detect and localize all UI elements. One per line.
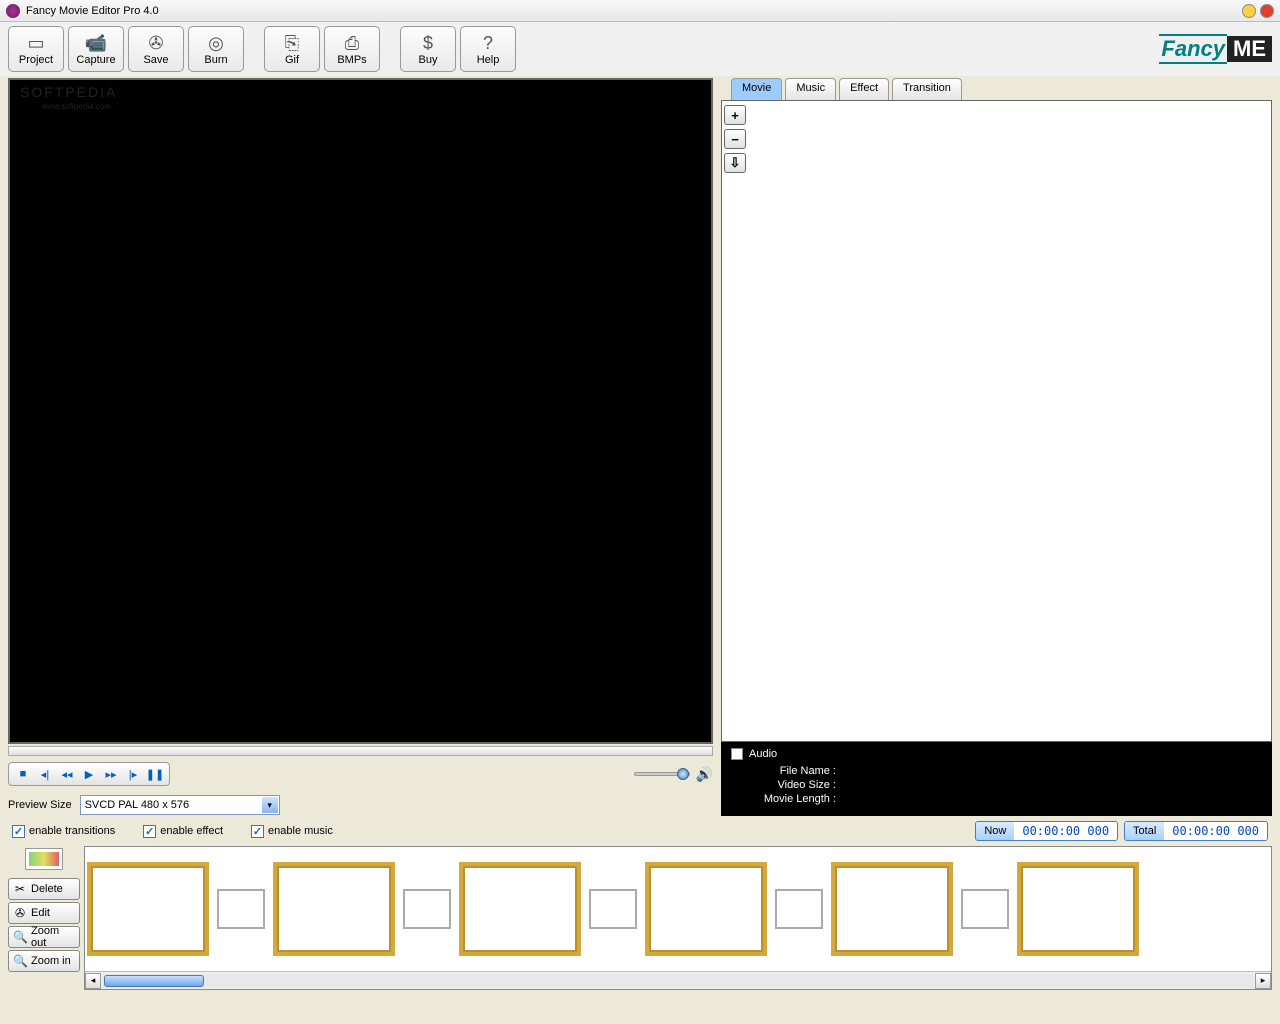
stop-button[interactable]: ■ (13, 765, 33, 783)
watermark-url: www.softpedia.com (42, 102, 111, 111)
minimize-button[interactable] (1242, 4, 1256, 18)
dollar-icon: $ (423, 32, 433, 54)
timeline-scrollbar[interactable]: ◂ ▸ (85, 971, 1271, 989)
tab-transition[interactable]: Transition (892, 78, 962, 100)
transition-slot[interactable] (961, 889, 1009, 929)
zoom-in-icon: 🔍 (13, 954, 27, 968)
clip-slot[interactable] (459, 862, 581, 956)
enable-transitions-checkbox[interactable]: ✓enable transitions (12, 825, 115, 838)
play-button[interactable]: ▶ (79, 765, 99, 783)
edit-clip-button[interactable]: ✇Edit (8, 902, 80, 924)
add-asset-button[interactable]: + (724, 105, 746, 125)
insert-asset-button[interactable]: ⇩ (724, 153, 746, 173)
brand-logo: Fancy ME (1159, 34, 1272, 64)
preview-size-label: Preview Size (8, 799, 72, 811)
options-row: ✓enable transitions ✓enable effect ✓enab… (0, 816, 1280, 846)
buy-button[interactable]: $Buy (400, 26, 456, 72)
file-name-label: File Name : (741, 764, 836, 778)
scroll-left-button[interactable]: ◂ (85, 973, 101, 989)
zoom-out-icon: 🔍 (13, 930, 27, 944)
asset-tabs: Movie Music Effect Transition (731, 78, 1272, 100)
speaker-icon[interactable]: 🔊 (696, 766, 713, 783)
asset-panel: + − ⇩ (721, 100, 1272, 742)
capture-button[interactable]: 📹Capture (68, 26, 124, 72)
main-toolbar: ▭Project 📹Capture ✇Save ◎Burn ⎘Gif ⎙BMPs… (0, 22, 1280, 76)
tab-music[interactable]: Music (785, 78, 836, 100)
total-time-value: 00:00:00 000 (1164, 822, 1267, 840)
bmp-icon: ⎙ (345, 32, 359, 54)
scissors-icon: ✂ (13, 882, 27, 896)
next-frame-button[interactable]: |▸ (123, 765, 143, 783)
title-bar: Fancy Movie Editor Pro 4.0 (0, 0, 1280, 22)
tab-effect[interactable]: Effect (839, 78, 889, 100)
save-button[interactable]: ✇Save (128, 26, 184, 72)
timeline-preview-icon (25, 848, 63, 870)
timeline: ◂ ▸ (84, 846, 1272, 990)
reel-icon: ✇ (148, 32, 163, 54)
playback-controls: ■ ◂| ◂◂ ▶ ▸▸ |▸ ❚❚ (8, 762, 170, 786)
scrollbar-thumb[interactable] (104, 975, 204, 987)
delete-clip-button[interactable]: ✂Delete (8, 878, 80, 900)
preview-scrollbar[interactable] (8, 746, 713, 756)
prev-frame-button[interactable]: ◂| (35, 765, 55, 783)
watermark-text: SOFTPEDIA (20, 84, 117, 100)
asset-list[interactable] (750, 101, 1271, 741)
clip-slot[interactable] (1017, 862, 1139, 956)
movie-length-label: Movie Length : (741, 792, 836, 806)
reel-icon: ✇ (13, 906, 27, 920)
document-icon: ▭ (27, 32, 44, 54)
burn-button[interactable]: ◎Burn (188, 26, 244, 72)
rewind-button[interactable]: ◂◂ (57, 765, 77, 783)
question-icon: ? (483, 32, 493, 54)
transition-slot[interactable] (403, 889, 451, 929)
clip-slot[interactable] (273, 862, 395, 956)
audio-checkbox[interactable] (731, 748, 743, 760)
zoom-in-button[interactable]: 🔍Zoom in (8, 950, 80, 972)
bmps-button[interactable]: ⎙BMPs (324, 26, 380, 72)
audio-label: Audio (749, 748, 777, 760)
enable-effect-checkbox[interactable]: ✓enable effect (143, 825, 223, 838)
scroll-right-button[interactable]: ▸ (1255, 973, 1271, 989)
transition-slot[interactable] (775, 889, 823, 929)
forward-button[interactable]: ▸▸ (101, 765, 121, 783)
window-title: Fancy Movie Editor Pro 4.0 (26, 5, 1238, 17)
chevron-down-icon: ▾ (262, 797, 278, 813)
transition-slot[interactable] (589, 889, 637, 929)
preview-size-select[interactable]: SVCD PAL 480 x 576 ▾ (80, 795, 280, 815)
camera-icon: 📹 (85, 32, 107, 54)
project-button[interactable]: ▭Project (8, 26, 64, 72)
pause-button[interactable]: ❚❚ (145, 765, 165, 783)
total-time-badge: Total 00:00:00 000 (1124, 821, 1268, 841)
video-size-label: Video Size : (741, 778, 836, 792)
disc-icon: ◎ (208, 32, 224, 54)
timeline-strip[interactable] (85, 847, 1271, 971)
clip-slot[interactable] (831, 862, 953, 956)
clip-slot[interactable] (645, 862, 767, 956)
now-time-value: 00:00:00 000 (1014, 822, 1117, 840)
close-button[interactable] (1260, 4, 1274, 18)
clip-info: Audio File Name : Video Size : Movie Len… (721, 742, 1272, 816)
gif-button[interactable]: ⎘Gif (264, 26, 320, 72)
video-preview[interactable]: SOFTPEDIA www.softpedia.com (8, 78, 713, 744)
transition-slot[interactable] (217, 889, 265, 929)
zoom-out-button[interactable]: 🔍Zoom out (8, 926, 80, 948)
now-time-badge: Now 00:00:00 000 (975, 821, 1118, 841)
tab-movie[interactable]: Movie (731, 78, 782, 100)
volume-slider[interactable] (634, 772, 690, 776)
app-icon (6, 4, 20, 18)
clip-slot[interactable] (87, 862, 209, 956)
enable-music-checkbox[interactable]: ✓enable music (251, 825, 333, 838)
gif-icon: ⎘ (285, 32, 299, 54)
timeline-side-tools: ✂Delete ✇Edit 🔍Zoom out 🔍Zoom in (8, 846, 80, 990)
remove-asset-button[interactable]: − (724, 129, 746, 149)
help-button[interactable]: ?Help (460, 26, 516, 72)
